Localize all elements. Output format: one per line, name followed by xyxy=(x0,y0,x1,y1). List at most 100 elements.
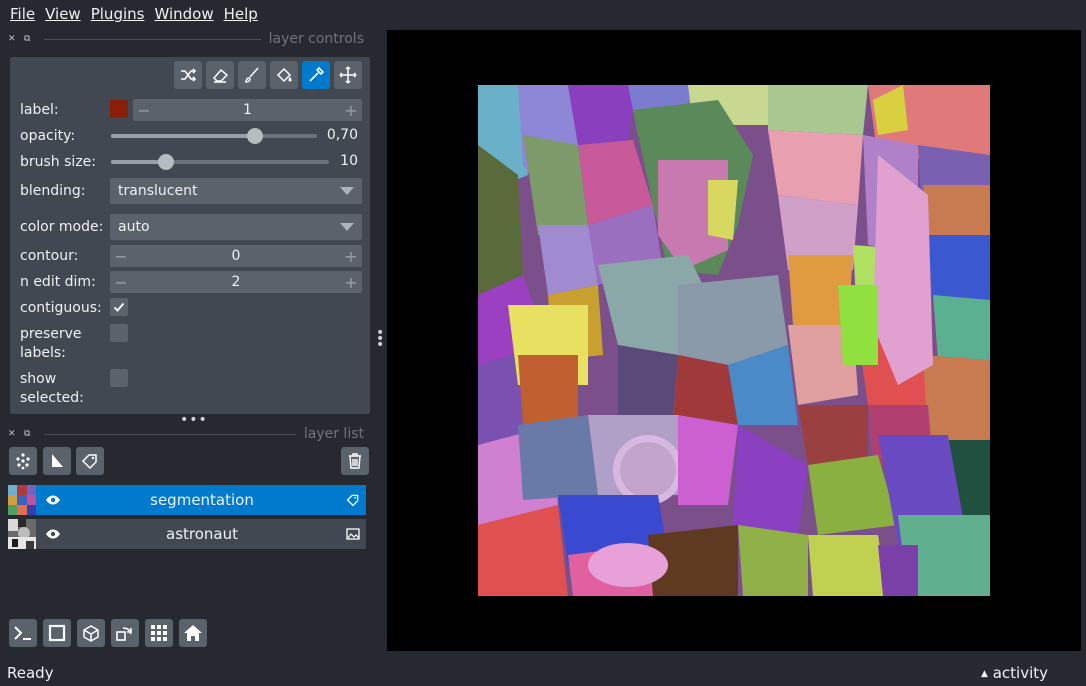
pick-color-button[interactable] xyxy=(302,61,330,89)
eye-icon xyxy=(46,495,60,505)
float-dock-icon[interactable]: ⧉ xyxy=(24,34,34,44)
paintbrush-icon xyxy=(245,67,259,83)
dock-splitter-handle[interactable]: • • • xyxy=(376,326,384,352)
close-dock-icon[interactable]: ✕ xyxy=(8,34,18,44)
color-picker-icon xyxy=(309,66,325,82)
brush-size-value: 10 xyxy=(340,153,358,169)
delete-layer-button[interactable] xyxy=(341,447,369,475)
layer-name[interactable]: astronaut xyxy=(64,525,340,543)
menu-help[interactable]: Help xyxy=(214,5,258,23)
eye-icon xyxy=(46,529,60,539)
preserve-labels-checkbox[interactable] xyxy=(110,324,128,342)
home-button[interactable] xyxy=(179,619,207,647)
shuffle-colors-button[interactable] xyxy=(174,61,202,89)
preserve-labels-label: preserve labels: xyxy=(20,326,82,361)
opacity-slider-handle[interactable] xyxy=(247,128,263,144)
square-icon xyxy=(48,624,66,642)
float-dock-icon[interactable]: ⧉ xyxy=(24,429,34,439)
pan-zoom-button[interactable] xyxy=(334,61,362,89)
minus-icon[interactable]: − xyxy=(133,101,155,120)
chevron-down-icon xyxy=(340,223,354,231)
contour-spinbox[interactable]: − 0 + xyxy=(110,245,362,267)
eraser-icon xyxy=(212,68,229,83)
chevron-down-icon xyxy=(340,187,354,195)
menu-view[interactable]: View xyxy=(35,5,81,23)
activity-button[interactable]: ▲ activity xyxy=(981,664,1086,682)
contiguous-label: contiguous: xyxy=(20,300,102,316)
minus-icon[interactable]: − xyxy=(110,273,132,292)
grid-icon xyxy=(151,625,167,641)
blending-label: blending: xyxy=(20,183,86,199)
layer-row-segmentation[interactable]: segmentation xyxy=(8,485,366,515)
contiguous-checkbox[interactable] xyxy=(110,298,128,316)
fill-button[interactable] xyxy=(270,61,298,89)
title-divider xyxy=(44,433,296,435)
plus-icon[interactable]: + xyxy=(340,101,362,120)
console-button[interactable] xyxy=(9,619,37,647)
transpose-icon xyxy=(116,627,132,641)
opacity-slider-fill xyxy=(111,134,255,138)
brush-size-label: brush size: xyxy=(20,154,96,170)
layer-row-astronaut[interactable]: astronaut xyxy=(8,519,366,549)
move-icon xyxy=(339,66,357,84)
menu-file[interactable]: File xyxy=(0,5,35,23)
cube-icon xyxy=(83,625,99,642)
blending-value: translucent xyxy=(118,183,198,199)
segmentation-image xyxy=(478,85,990,596)
visibility-toggle[interactable] xyxy=(42,528,64,540)
brush-size-slider-handle[interactable] xyxy=(158,154,174,170)
blending-dropdown[interactable]: translucent xyxy=(110,178,362,204)
points-icon xyxy=(16,453,30,470)
opacity-label: opacity: xyxy=(20,128,76,144)
layer-controls-panel: label: − 1 + opacity: 0,70 brush size: 1… xyxy=(10,57,370,414)
fill-bucket-icon xyxy=(276,67,292,83)
brush-size-slider[interactable] xyxy=(111,154,329,170)
menu-plugins[interactable]: Plugins xyxy=(81,5,145,23)
label-color-swatch xyxy=(110,100,128,118)
caret-up-icon: ▲ xyxy=(981,668,988,679)
minus-icon[interactable]: − xyxy=(110,247,132,266)
plus-icon[interactable]: + xyxy=(340,273,362,292)
menu-window[interactable]: Window xyxy=(144,5,213,23)
shapes-icon xyxy=(52,454,63,467)
contour-value: 0 xyxy=(231,248,241,264)
paint-button[interactable] xyxy=(238,61,266,89)
new-points-layer-button[interactable] xyxy=(9,447,37,475)
viewer-canvas[interactable] xyxy=(387,30,1081,651)
layer-type-indicator xyxy=(340,528,366,540)
checkmark-icon xyxy=(113,302,125,312)
toggle-ndisplay-button[interactable] xyxy=(43,619,71,647)
opacity-value: 0,70 xyxy=(326,127,358,143)
roll-dims-button[interactable] xyxy=(77,619,105,647)
grid-view-button[interactable] xyxy=(145,619,173,647)
contour-label: contour: xyxy=(20,248,79,264)
eraser-button[interactable] xyxy=(206,61,234,89)
label-tag-icon xyxy=(346,494,359,507)
new-shapes-layer-button[interactable] xyxy=(43,447,71,475)
status-bar: Ready ▲ activity xyxy=(0,659,1086,686)
transpose-dims-button[interactable] xyxy=(111,619,139,647)
label-spinbox[interactable]: − 1 + xyxy=(133,99,362,121)
n-edit-dim-spinbox[interactable]: − 2 + xyxy=(110,271,362,293)
trash-icon xyxy=(349,453,361,469)
color-mode-label: color mode: xyxy=(20,219,104,235)
title-divider xyxy=(44,38,261,40)
layer-name[interactable]: segmentation xyxy=(64,491,340,509)
visibility-toggle[interactable] xyxy=(42,494,64,506)
label-value: 1 xyxy=(243,102,252,118)
close-dock-icon[interactable]: ✕ xyxy=(8,429,18,439)
home-icon xyxy=(184,625,202,641)
opacity-slider[interactable] xyxy=(111,128,317,144)
tool-row xyxy=(174,61,362,89)
show-selected-checkbox[interactable] xyxy=(110,369,128,387)
layer-list-title: layer list xyxy=(303,426,364,442)
new-labels-layer-button[interactable] xyxy=(76,447,104,475)
color-mode-value: auto xyxy=(118,219,150,235)
n-edit-dim-label: n edit dim: xyxy=(20,274,96,290)
show-selected-label: show selected: xyxy=(20,371,84,406)
n-edit-dim-value: 2 xyxy=(231,274,241,290)
layer-controls-title: layer controls xyxy=(268,31,364,47)
layer-list-titlebar: ✕ ⧉ layer list xyxy=(8,425,364,443)
plus-icon[interactable]: + xyxy=(340,247,362,266)
color-mode-dropdown[interactable]: auto xyxy=(110,214,362,240)
